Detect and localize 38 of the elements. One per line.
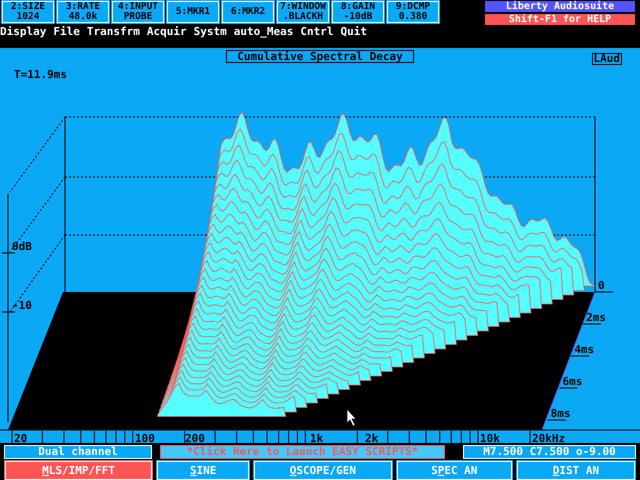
plot-title: Cumulative Spectral Decay <box>226 50 414 63</box>
time-label: 2ms <box>586 311 606 324</box>
time-label: 6ms <box>562 375 582 388</box>
function-key[interactable]: 8:GAIN -10dB <box>332 1 384 23</box>
function-key[interactable]: 7:WINDOW .BLACKH <box>277 1 329 23</box>
menu-item[interactable]: Acquir <box>146 25 187 38</box>
function-key[interactable]: 6:MKR2 <box>222 1 274 23</box>
frequency-label: 10k <box>480 432 500 443</box>
frequency-label: 200 <box>185 432 205 443</box>
level-label: -10 <box>12 299 32 312</box>
frequency-label: 1k <box>310 432 324 443</box>
time-label: 0 <box>598 279 605 292</box>
frequency-label: 20kHz <box>532 432 566 443</box>
marker-readout: M7.500 C7.500 o-9.00 <box>463 445 636 459</box>
time-label: 4ms <box>574 343 594 356</box>
channel-status: Dual channel <box>4 445 152 459</box>
function-key[interactable]: 9:DCMP 0.380 <box>387 1 439 23</box>
app-tag: LAud <box>592 53 622 65</box>
time-readout: T=11.9ms <box>14 68 67 81</box>
frequency-label: 2k <box>365 432 378 443</box>
menu-item[interactable]: Systm <box>194 25 227 38</box>
function-key[interactable]: 5:MKR1 <box>167 1 219 23</box>
level-label: 0dB <box>12 240 32 253</box>
frequency-label: 20 <box>14 432 28 443</box>
help-hint: Shift-F1 for HELP <box>485 14 635 25</box>
menu-item[interactable]: Cntrl <box>300 25 334 38</box>
function-key[interactable]: 4:INPUT PROBE <box>112 1 164 23</box>
function-key[interactable]: 3:RATE 48.0k <box>57 1 109 23</box>
menu-item[interactable]: Quit <box>340 25 367 38</box>
menu-item[interactable]: auto_Meas <box>234 25 294 38</box>
time-label: 8ms <box>550 407 571 420</box>
cursor-icon <box>346 408 357 426</box>
frequency-label: 100 <box>135 432 155 443</box>
menu-item[interactable]: Display <box>0 25 46 38</box>
menu-item[interactable]: File <box>53 25 80 38</box>
function-key[interactable]: 2:SIZE 1024 <box>2 1 54 23</box>
menu-item[interactable]: Transfrm <box>86 25 140 38</box>
app-title: Liberty Audiosuite <box>485 1 635 12</box>
